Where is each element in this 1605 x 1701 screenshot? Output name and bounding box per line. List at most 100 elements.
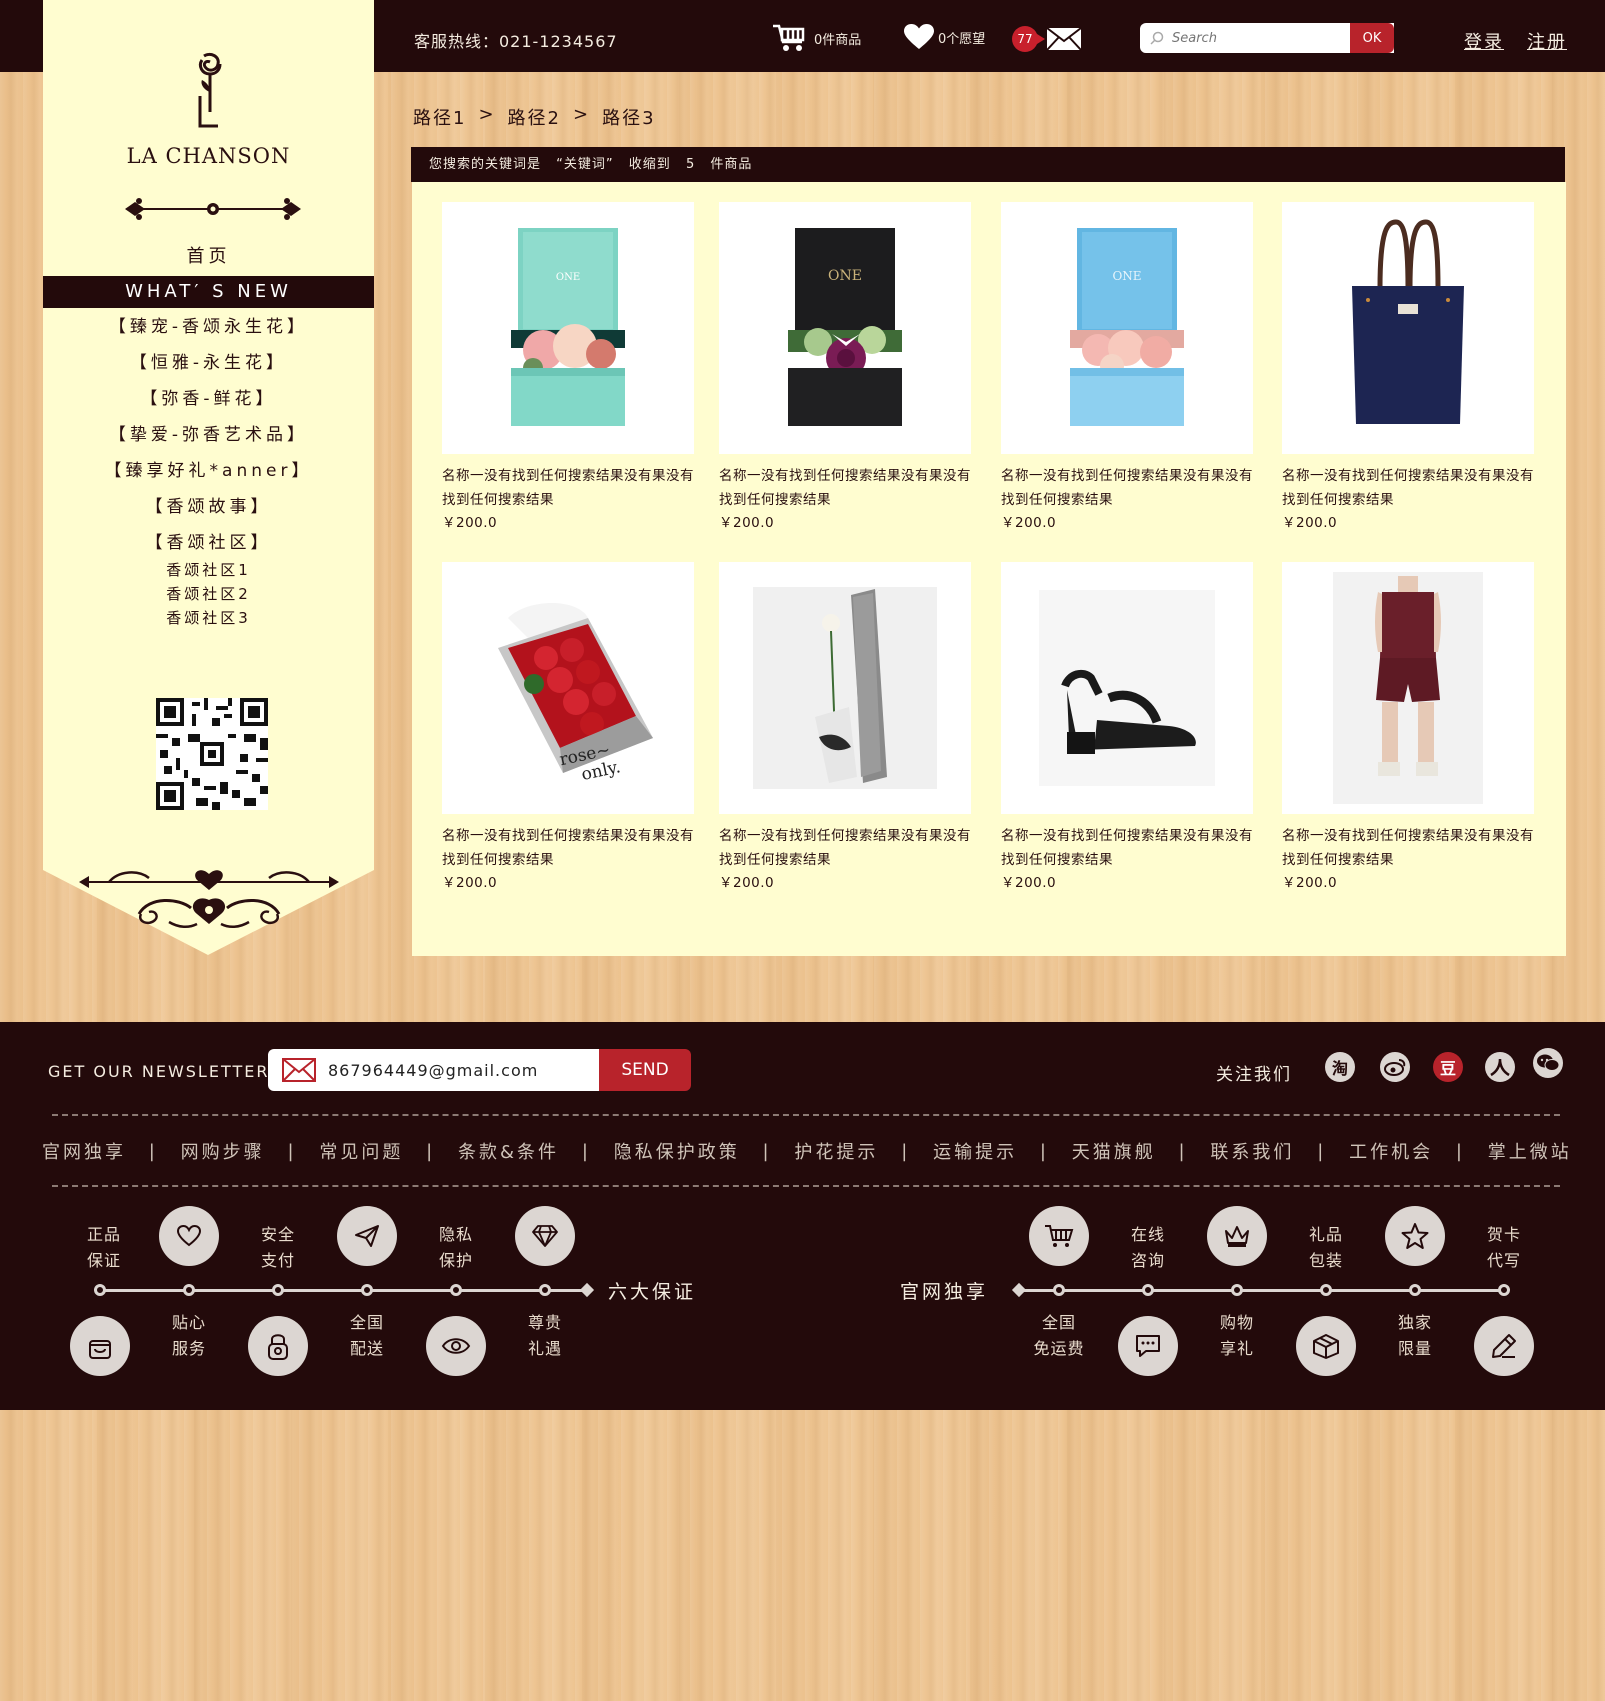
product-image[interactable] [1282, 202, 1534, 454]
breadcrumb-item[interactable]: 路径1 [413, 104, 466, 130]
message-count-badge: 77 [1012, 26, 1045, 52]
product-name[interactable]: 名称一没有找到任何搜索结果没有果没有找到任何搜索结果 [1001, 464, 1253, 512]
product-price: ￥200.0 [1001, 515, 1057, 531]
footer-link[interactable]: 官网独享 [42, 1138, 126, 1164]
product-image[interactable]: rose~ only. [442, 562, 694, 814]
newsletter-send-button[interactable]: SEND [599, 1049, 691, 1091]
cart-link[interactable]: 0件商品 [772, 22, 861, 54]
footer-link[interactable]: 条款&条件 [458, 1138, 559, 1164]
guarantees-title: 六大保证 [608, 1281, 697, 1303]
product-price: ￥200.0 [442, 875, 498, 891]
subcategory-item[interactable]: 香颂社区2 [43, 583, 374, 607]
product-card[interactable]: ONE 名称一没有找到任何搜索结果没有果没有找到任何搜索结果 ￥200.0 [719, 202, 971, 534]
product-name[interactable]: 名称一没有找到任何搜索结果没有果没有找到任何搜索结果 [719, 464, 971, 512]
product-card[interactable]: ONE 名称一没有找到任何搜索结果没有果没有找到任何搜索结果 ￥200.0 [1001, 202, 1253, 534]
link-separator: | [1455, 1140, 1465, 1162]
product-image[interactable]: ONE [442, 202, 694, 454]
exclusive-label: 在线 咨询 [1130, 1225, 1165, 1270]
breadcrumb-item[interactable]: 路径2 [508, 104, 561, 130]
result-count: 5 [685, 157, 696, 172]
ornament-flourish-icon [79, 870, 339, 928]
messages-link[interactable]: 77 [1012, 26, 1082, 52]
guarantee-label: 隐私 保护 [438, 1225, 473, 1270]
product-image[interactable] [1001, 562, 1253, 814]
wishlist-link[interactable]: 0个愿望 [904, 24, 985, 50]
link-separator: | [581, 1140, 591, 1162]
taobao-icon[interactable]: 淘 [1325, 1052, 1355, 1082]
product-image[interactable]: ONE [719, 202, 971, 454]
footer-link[interactable]: 天猫旗舰 [1072, 1138, 1156, 1164]
product-name[interactable]: 名称一没有找到任何搜索结果没有果没有找到任何搜索结果 [1282, 824, 1534, 872]
product-price: ￥200.0 [1001, 875, 1057, 891]
product-name[interactable]: 名称一没有找到任何搜索结果没有果没有找到任何搜索结果 [1001, 824, 1253, 872]
envelope-icon [282, 1058, 316, 1082]
diamond-icon [515, 1206, 575, 1266]
renren-icon[interactable] [1485, 1052, 1515, 1082]
wishlist-count: 0个愿望 [938, 31, 986, 47]
nav-home[interactable]: 首页 [43, 242, 374, 268]
search-button[interactable]: OK [1350, 23, 1394, 53]
register-link[interactable]: 注册 [1527, 28, 1567, 54]
footer-link[interactable]: 常见问题 [319, 1138, 403, 1164]
product-image[interactable] [719, 562, 971, 814]
category-item[interactable]: 【香颂社区】 [43, 529, 374, 559]
product-card[interactable]: 名称一没有找到任何搜索结果没有果没有找到任何搜索结果 ￥200.0 [1001, 562, 1253, 894]
wechat-icon[interactable] [1533, 1048, 1563, 1078]
product-card[interactable]: ONE 名称一没有找到任何搜索结果没有果没有找到任何搜索结果 ￥200.0 [442, 202, 694, 534]
black-flower-box-icon: ONE [788, 228, 902, 426]
product-name[interactable]: 名称一没有找到任何搜索结果没有果没有找到任何搜索结果 [442, 824, 694, 872]
timeline-dot [183, 1284, 195, 1296]
weibo-icon[interactable] [1380, 1052, 1410, 1082]
sidebar: LA CHANSON 首页 WHAT′ S NEW 【臻宠-香颂永生花】 【恒雅… [43, 0, 374, 960]
exclusives-timeline-line [1020, 1289, 1508, 1292]
product-name[interactable]: 名称一没有找到任何搜索结果没有果没有找到任何搜索结果 [719, 824, 971, 872]
footer-link[interactable]: 网购步骤 [181, 1138, 265, 1164]
footer-link[interactable]: 护花提示 [794, 1138, 878, 1164]
product-card[interactable]: 名称一没有找到任何搜索结果没有果没有找到任何搜索结果 ￥200.0 [1282, 202, 1534, 534]
pen-icon [1474, 1316, 1534, 1376]
douban-icon[interactable]: 豆 [1433, 1052, 1463, 1082]
nav-whats-new[interactable]: WHAT′ S NEW [43, 276, 374, 308]
footer-link[interactable]: 掌上微站 [1488, 1138, 1572, 1164]
eye-icon [426, 1316, 486, 1376]
product-image[interactable]: ONE [1001, 202, 1253, 454]
footer: GET OUR NEWSLETTER 867964449@gmail.com S… [0, 1022, 1605, 1410]
timeline-dot [361, 1284, 373, 1296]
heart-icon [904, 24, 934, 49]
footer-links: 官网独享 | 网购步骤 | 常见问题 | 条款&条件 | 隐私保护政策 | 护花… [42, 1138, 1572, 1164]
search-input[interactable] [1172, 30, 1362, 46]
product-card[interactable]: 名称一没有找到任何搜索结果没有果没有找到任何搜索结果 ￥200.0 [719, 562, 971, 894]
product-card[interactable]: 名称一没有找到任何搜索结果没有果没有找到任何搜索结果 ￥200.0 [1282, 562, 1534, 894]
bag-icon [70, 1316, 130, 1376]
product-name[interactable]: 名称一没有找到任何搜索结果没有果没有找到任何搜索结果 [1282, 464, 1534, 512]
link-separator: | [426, 1140, 436, 1162]
guarantee-label: 正品 保证 [86, 1225, 121, 1270]
navy-tote-bag-icon [1352, 219, 1464, 424]
breadcrumb-item[interactable]: 路径3 [602, 104, 655, 130]
star-icon [1385, 1206, 1445, 1266]
category-item[interactable]: 【恒雅-永生花】 [43, 349, 374, 385]
category-item[interactable]: 【臻宠-香颂永生花】 [43, 313, 374, 349]
footer-link[interactable]: 隐私保护政策 [614, 1138, 740, 1164]
category-item[interactable]: 【香颂故事】 [43, 493, 374, 529]
newsletter-label: GET OUR NEWSLETTER [48, 1062, 270, 1081]
category-item[interactable]: 【臻享好礼*anner】 [43, 457, 374, 493]
newsletter-input[interactable]: 867964449@gmail.com [268, 1049, 600, 1091]
category-item[interactable]: 【弥香-鲜花】 [43, 385, 374, 421]
product-name[interactable]: 名称一没有找到任何搜索结果没有果没有找到任何搜索结果 [442, 464, 694, 512]
login-link[interactable]: 登录 [1464, 28, 1504, 54]
category-item[interactable]: 【挚爱-弥香艺术品】 [43, 421, 374, 457]
subcategory-item[interactable]: 香颂社区1 [43, 559, 374, 583]
exclusive-label: 独家 限量 [1397, 1313, 1432, 1358]
timeline-dot [1142, 1284, 1154, 1296]
brand-logo[interactable]: LA CHANSON [43, 52, 374, 168]
link-separator: | [762, 1140, 772, 1162]
subcategory-item[interactable]: 香颂社区3 [43, 607, 374, 631]
footer-link[interactable]: 工作机会 [1349, 1138, 1433, 1164]
product-image[interactable] [1282, 562, 1534, 814]
cart-count: 0件商品 [814, 32, 862, 48]
footer-link[interactable]: 联系我们 [1210, 1138, 1294, 1164]
footer-link[interactable]: 运输提示 [933, 1138, 1017, 1164]
rose-logo-icon [198, 52, 221, 128]
product-card[interactable]: rose~ only. 名称一没有找到任何搜索结果没有果没有找到任何搜索结果 ￥… [442, 562, 694, 894]
